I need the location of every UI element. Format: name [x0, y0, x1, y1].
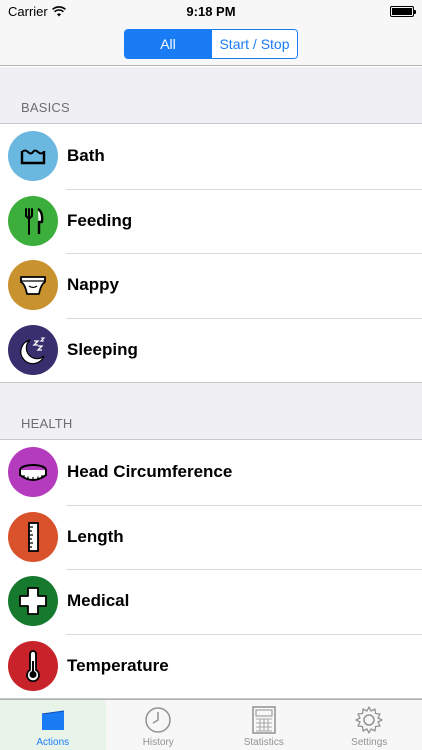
gear-icon	[355, 706, 383, 734]
tab-bar: Actions History Statistics Settings	[0, 699, 422, 750]
list-item-label: Sleeping	[67, 339, 138, 359]
clock-icon	[145, 707, 171, 733]
list-item-label: Temperature	[67, 655, 169, 675]
health-group: Head Circumference Length Medical Temper…	[0, 439, 422, 699]
section-header-basics: BASICS	[21, 100, 70, 115]
list-item-nappy[interactable]: Nappy	[0, 253, 422, 318]
list-item-sleeping[interactable]: Sleeping	[0, 317, 422, 382]
list-item-label: Bath	[67, 146, 105, 166]
list-item-temperature[interactable]: Temperature	[0, 633, 422, 698]
tab-settings[interactable]: Settings	[317, 700, 422, 750]
ruler-icon	[8, 511, 58, 562]
battery-icon	[390, 5, 416, 17]
bath-icon	[8, 131, 58, 182]
status-bar: Carrier 9:18 PM	[0, 0, 422, 22]
list-item-label: Head Circumference	[67, 462, 233, 482]
list-item-label: Feeding	[67, 210, 133, 230]
thermometer-icon	[8, 640, 58, 691]
medical-cross-icon	[8, 576, 58, 627]
section-header-health: HEALTH	[21, 416, 73, 431]
tab-history[interactable]: History	[106, 700, 212, 750]
tab-statistics[interactable]: Statistics	[211, 700, 317, 750]
status-left: Carrier	[8, 4, 66, 19]
calculator-icon	[252, 706, 276, 734]
tab-label: Actions	[36, 737, 70, 748]
tab-label: Statistics	[243, 737, 284, 748]
wifi-icon	[51, 5, 66, 16]
segment-start-stop[interactable]: Start / Stop	[211, 29, 297, 58]
basics-group: Bath Feeding Nappy Sleeping	[0, 123, 422, 383]
tab-label: History	[142, 737, 174, 748]
nappy-icon	[8, 260, 58, 311]
carrier-label: Carrier	[8, 3, 48, 19]
moon-sleep-icon	[8, 324, 58, 375]
list-item-label: Length	[67, 526, 124, 546]
list-item-bath[interactable]: Bath	[0, 124, 422, 189]
list-item-label: Nappy	[67, 275, 119, 295]
segmented-control: All Start / Stop	[124, 28, 298, 59]
tab-actions[interactable]: Actions	[0, 700, 106, 750]
fork-knife-icon	[8, 195, 58, 246]
actions-icon	[41, 710, 64, 730]
action-list[interactable]: BASICS Bath Feeding Nappy Sleeping HEALT…	[0, 67, 422, 699]
list-item-label: Medical	[67, 591, 130, 611]
tab-label: Settings	[351, 737, 388, 748]
tape-measure-icon	[8, 447, 58, 498]
list-item-medical[interactable]: Medical	[0, 569, 422, 634]
nav-bar: All Start / Stop	[0, 22, 422, 66]
segment-all[interactable]: All	[125, 29, 211, 58]
list-item-feeding[interactable]: Feeding	[0, 188, 422, 253]
list-item-head-circumference[interactable]: Head Circumference	[0, 440, 422, 505]
list-item-length[interactable]: Length	[0, 504, 422, 569]
